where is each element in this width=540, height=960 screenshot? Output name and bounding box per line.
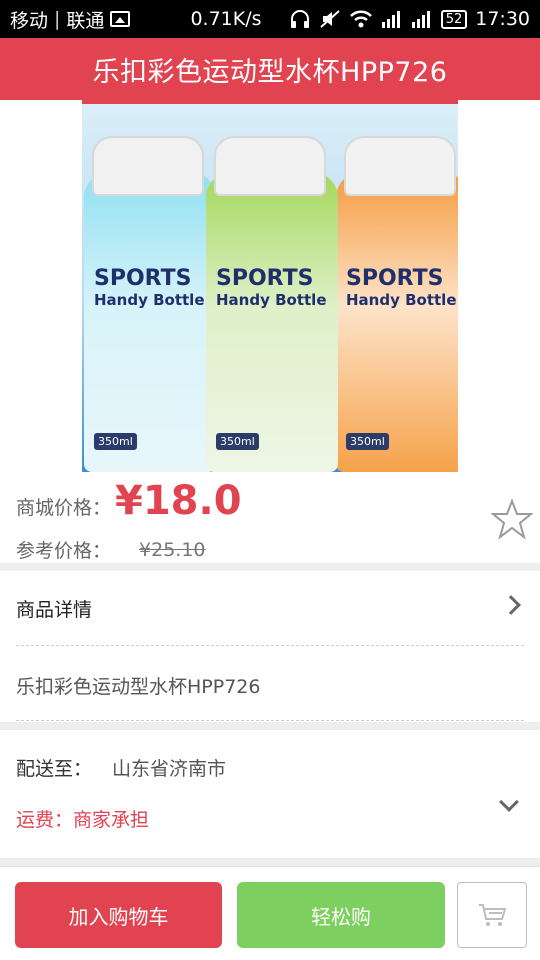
shipping-destination: 山东省济南市: [112, 758, 227, 780]
volume-badge: 350ml: [346, 433, 389, 450]
orange-bottle: SPORTS Handy Bottle 350ml: [336, 136, 458, 472]
label-line-2: Handy Bottle: [216, 291, 327, 309]
easy-buy-button[interactable]: 轻松购: [237, 882, 445, 948]
dashed-divider: [16, 720, 524, 721]
signal-icon-2: [411, 11, 430, 28]
product-image[interactable]: SPORTS Handy Bottle 350ml SPORTS Handy B…: [82, 100, 458, 472]
image-notification-icon: [110, 11, 131, 27]
bottle-label: SPORTS Handy Bottle: [216, 266, 328, 309]
product-detail-row[interactable]: 商品详情: [0, 572, 540, 644]
image-top-strip: [82, 100, 458, 104]
reference-price-row: 参考价格： ¥25.10: [16, 536, 206, 563]
volume-badge: 350ml: [216, 433, 259, 450]
dashed-divider: [16, 645, 524, 646]
price-label: 商城价格：: [16, 497, 112, 519]
bottle-cap: [214, 136, 326, 196]
volume-badge: 350ml: [94, 433, 137, 450]
price-row: 商城价格： ¥18.0: [16, 478, 242, 524]
shopping-cart-icon: [479, 904, 507, 926]
section-divider: [0, 858, 540, 866]
label-line-1: SPORTS: [346, 266, 444, 291]
reference-price-label: 参考价格：: [16, 540, 112, 562]
product-detail-label: 商品详情: [16, 598, 93, 621]
bottom-action-bar: 加入购物车 轻松购: [0, 866, 540, 960]
network-speed: 0.71K/s: [190, 8, 262, 30]
shipping-fee: 运费：商家承担: [16, 809, 150, 831]
label-line-1: SPORTS: [216, 266, 314, 291]
wifi-icon: [349, 10, 372, 28]
blue-bottle: SPORTS Handy Bottle 350ml: [84, 136, 216, 472]
page-title: 乐扣彩色运动型水杯HPP726: [92, 56, 448, 88]
shipping-label: 配送至：: [16, 758, 93, 780]
network-text: 联通: [66, 9, 105, 32]
bottle-cap: [344, 136, 456, 196]
carrier-text: 移动: [10, 9, 49, 32]
view-cart-button[interactable]: [457, 882, 527, 948]
bottle-label: SPORTS Handy Bottle: [346, 266, 458, 309]
bottle-label: SPORTS Handy Bottle: [94, 266, 206, 309]
title-bar: 乐扣彩色运动型水杯HPP726: [0, 38, 540, 100]
favorite-star-icon[interactable]: [491, 498, 533, 540]
add-to-cart-button[interactable]: 加入购物车: [15, 882, 222, 948]
bottle-cap: [92, 136, 204, 196]
section-divider: [0, 563, 540, 571]
product-description: 乐扣彩色运动型水杯HPP726: [16, 676, 261, 698]
battery-icon: 52: [440, 9, 468, 29]
signal-icon-1: [381, 11, 400, 28]
label-line-2: Handy Bottle: [346, 291, 457, 309]
status-separator: |: [54, 8, 61, 30]
clock: 17:30: [475, 8, 530, 30]
label-line-2: Handy Bottle: [94, 291, 205, 309]
label-line-1: SPORTS: [94, 266, 192, 291]
mute-icon: [320, 10, 340, 28]
shipping-row[interactable]: 配送至： 山东省济南市: [16, 754, 226, 781]
green-bottle: SPORTS Handy Bottle 350ml: [206, 136, 338, 472]
reference-price-value: ¥25.10: [139, 538, 206, 561]
headphones-icon: [290, 10, 309, 28]
section-divider: [0, 722, 540, 730]
price-value: ¥18.0: [115, 478, 242, 524]
status-bar: 移动 | 联通 0.71K/s 52 17:30: [0, 0, 540, 38]
chevron-right-icon: [501, 595, 521, 615]
chevron-down-icon[interactable]: [499, 792, 519, 812]
